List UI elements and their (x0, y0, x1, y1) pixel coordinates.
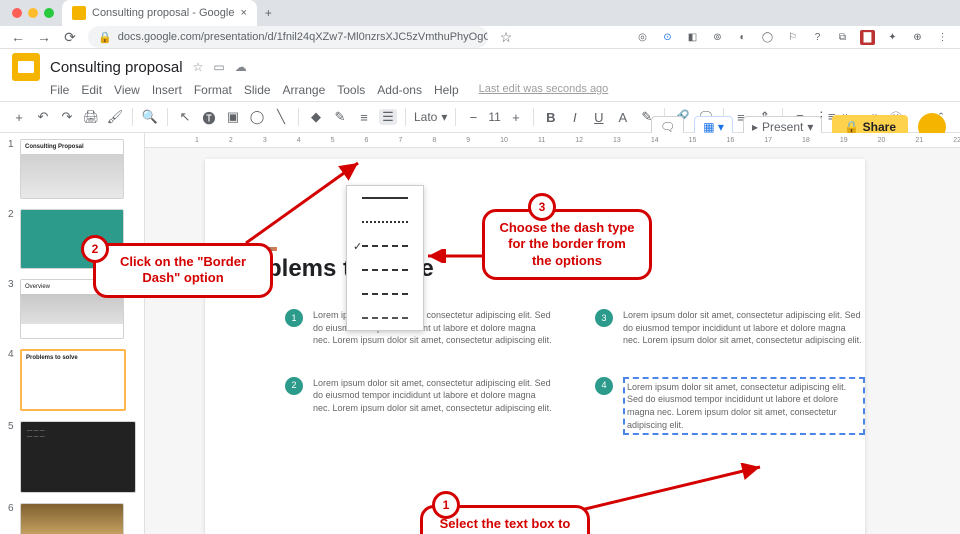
ext-icon[interactable]: ⧉ (835, 30, 850, 45)
star-icon[interactable]: ☆ (498, 29, 514, 46)
ext-icon[interactable]: ◯ (760, 30, 775, 45)
move-doc-icon[interactable]: ▭ (213, 60, 224, 74)
thumb-1[interactable]: Consulting Proposal (20, 139, 124, 199)
menu-format[interactable]: Format (194, 83, 232, 97)
font-size[interactable]: 11 (488, 110, 500, 124)
item-3[interactable]: 3 Lorem ipsum dolor sit amet, consectetu… (595, 309, 865, 347)
fill-color-button[interactable]: ◆ (307, 109, 325, 125)
item-2[interactable]: 2 Lorem ipsum dolor sit amet, consectetu… (285, 377, 555, 435)
image-tool[interactable]: ▣ (224, 109, 242, 125)
back-button[interactable]: ← (10, 29, 26, 45)
last-edit-text[interactable]: Last edit was seconds ago (479, 83, 609, 97)
maximize-window[interactable] (44, 8, 54, 18)
tab-title: Consulting proposal - Google (92, 7, 234, 19)
border-dash-menu (346, 185, 424, 331)
dash-dotted[interactable] (347, 210, 423, 234)
dash-med[interactable] (347, 258, 423, 282)
annot-bubble-2: Click on the "Border Dash" option (93, 243, 273, 298)
star-doc-icon[interactable]: ☆ (193, 60, 204, 74)
lock-icon: 🔒 (98, 31, 112, 44)
menu-insert[interactable]: Insert (152, 83, 182, 97)
ext-icon[interactable]: ▇ (860, 30, 875, 45)
ruler: 123456789101112131415161718192021222324 (145, 133, 960, 148)
slides-app: Consulting proposal ☆ ▭ ☁ File Edit View… (0, 49, 960, 534)
canvas-area: 123456789101112131415161718192021222324 … (145, 133, 960, 534)
thumb-4[interactable]: Problems to solve (20, 349, 126, 411)
underline-button[interactable]: U (590, 110, 608, 125)
ext-icon[interactable]: ⊕ (910, 30, 925, 45)
new-slide-button[interactable]: + (10, 110, 28, 125)
menu-file[interactable]: File (50, 83, 69, 97)
browser-tabbar: Consulting proposal - Google × + (0, 0, 960, 26)
slides-logo[interactable] (12, 53, 40, 81)
dash-long[interactable] (347, 282, 423, 306)
browser-tab[interactable]: Consulting proposal - Google × (62, 0, 257, 26)
border-weight-button[interactable]: ≡ (355, 110, 373, 125)
new-tab-button[interactable]: + (257, 6, 282, 26)
textbox-tool[interactable]: 🅣 (200, 108, 218, 127)
paint-format-button[interactable]: 🖌 (106, 109, 124, 125)
annot-bubble-3: Choose the dash type for the border from… (482, 209, 652, 280)
line-tool[interactable]: ╲ (272, 109, 290, 125)
doc-titlebar: Consulting proposal ☆ ▭ ☁ (0, 49, 960, 81)
menu-slide[interactable]: Slide (244, 83, 271, 97)
editor-body: 1 Consulting Proposal 2 3 Overview 4 Pro… (0, 133, 960, 534)
menu-tools[interactable]: Tools (337, 83, 365, 97)
doc-title[interactable]: Consulting proposal (50, 59, 183, 76)
menu-edit[interactable]: Edit (81, 83, 102, 97)
slides-favicon (72, 6, 86, 20)
minimize-window[interactable] (28, 8, 38, 18)
ext-icon[interactable]: ⊙ (660, 30, 675, 45)
forward-button[interactable]: → (36, 29, 52, 45)
item-4-selected[interactable]: 4 Lorem ipsum dolor sit amet, consectetu… (595, 377, 865, 435)
font-select[interactable]: Lato ▾ (414, 110, 447, 124)
annot-badge-2: 2 (81, 235, 109, 263)
fontsize-dec[interactable]: − (464, 110, 482, 125)
menu-help[interactable]: Help (434, 83, 459, 97)
slide-thumbs: 1 Consulting Proposal 2 3 Overview 4 Pro… (0, 133, 145, 534)
ext-icon[interactable]: ◎ (635, 30, 650, 45)
annot-badge-3: 3 (528, 193, 556, 221)
menu-addons[interactable]: Add-ons (377, 83, 422, 97)
reload-button[interactable]: ⟳ (62, 29, 78, 46)
thumb-6[interactable]: Understanding the market (20, 503, 124, 534)
address-bar[interactable]: 🔒 docs.google.com/presentation/d/1fnil24… (88, 26, 488, 48)
cloud-status-icon[interactable]: ☁ (235, 60, 247, 74)
bold-button[interactable]: B (542, 110, 560, 125)
print-button[interactable]: 🖨 (82, 109, 100, 125)
select-tool[interactable]: ↖ (176, 109, 194, 125)
redo-button[interactable]: ↷ (58, 109, 76, 125)
border-dash-button[interactable]: ☰ (379, 109, 397, 125)
dash-solid[interactable] (347, 186, 423, 210)
undo-button[interactable]: ↶ (34, 109, 52, 125)
zoom-button[interactable]: 🔍 (141, 109, 159, 125)
fontsize-inc[interactable]: + (507, 110, 525, 125)
ext-icon[interactable]: ◐ (735, 30, 750, 45)
border-color-button[interactable]: ✎ (331, 109, 349, 125)
browser-menu-icon[interactable]: ⋮ (935, 30, 950, 45)
menubar: File Edit View Insert Format Slide Arran… (0, 81, 960, 101)
menu-arrange[interactable]: Arrange (283, 83, 326, 97)
italic-button[interactable]: I (566, 110, 584, 125)
annot-badge-1: 1 (432, 491, 460, 519)
close-tab-icon[interactable]: × (240, 7, 246, 19)
dash-short[interactable] (347, 234, 423, 258)
url-text: docs.google.com/presentation/d/1fnil24qX… (118, 31, 488, 43)
dash-dashdot[interactable] (347, 306, 423, 330)
text-color-button[interactable]: A (614, 110, 632, 125)
ext-icon[interactable]: ? (810, 30, 825, 45)
ext-icon[interactable]: ⊚ (710, 30, 725, 45)
shape-tool[interactable]: ◯ (248, 109, 266, 125)
ext-icon[interactable]: ✦ (885, 30, 900, 45)
thumb-5[interactable]: — — —— — — (20, 421, 136, 493)
browser-toolbar: ← → ⟳ 🔒 docs.google.com/presentation/d/1… (0, 26, 960, 49)
close-window[interactable] (12, 8, 22, 18)
ext-icon[interactable]: ◧ (685, 30, 700, 45)
window-controls (8, 8, 62, 26)
menu-view[interactable]: View (114, 83, 140, 97)
ext-icon[interactable]: ⚐ (785, 30, 800, 45)
